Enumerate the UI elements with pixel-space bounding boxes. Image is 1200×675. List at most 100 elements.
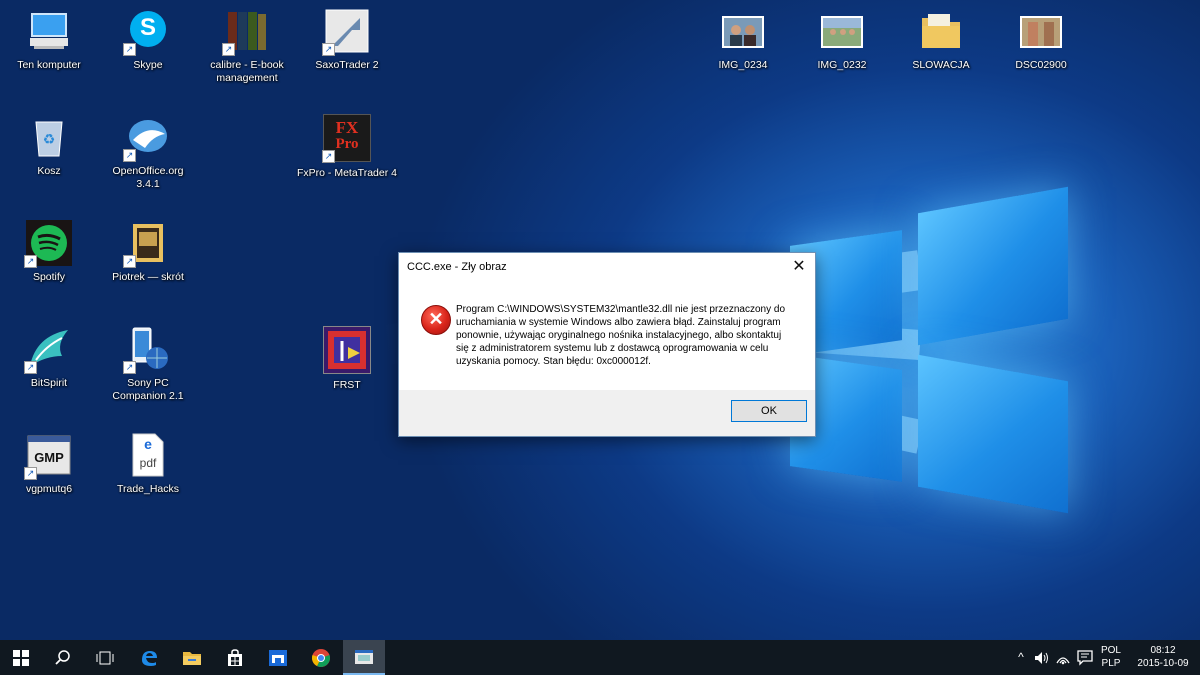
- desktop-icon-calibre[interactable]: ↗ calibre - E-book management: [202, 8, 292, 85]
- desktop-icon-label: DSC02900: [1015, 59, 1067, 71]
- shortcut-arrow-icon: ↗: [322, 150, 335, 163]
- shortcut-arrow-icon: ↗: [123, 361, 136, 374]
- desktop-icon-img-0232[interactable]: IMG_0232: [797, 8, 887, 72]
- shortcut-arrow-icon: ↗: [24, 361, 37, 374]
- language-code: POL: [1100, 645, 1121, 656]
- photo-icon: [1018, 8, 1064, 54]
- desktop-icon-label: Piotrek — skrót: [112, 271, 184, 283]
- desktop-icon-img-0234[interactable]: IMG_0234: [698, 8, 788, 72]
- search-button[interactable]: [42, 640, 84, 675]
- error-dialog: CCC.exe - Zły obraz ✕ ✕ Program C:\WINDO…: [398, 252, 816, 437]
- dialog-window-icon: [355, 649, 373, 664]
- desktop-icon-label: Skype: [133, 59, 163, 71]
- taskbar-store[interactable]: [214, 640, 256, 675]
- shortcut-arrow-icon: ↗: [24, 255, 37, 268]
- network-icon[interactable]: [1055, 651, 1071, 665]
- taskbar-file-explorer[interactable]: [171, 640, 213, 675]
- store-icon: [228, 648, 242, 666]
- desktop-icon-piotrek[interactable]: ↗ Piotrek — skrót: [103, 220, 193, 284]
- sony-pc-companion-icon: ↗: [123, 326, 171, 374]
- desktop-icon-ten-komputer[interactable]: Ten komputer: [4, 8, 94, 72]
- notification-icon[interactable]: [1077, 650, 1093, 666]
- desktop-icon-sony-pc-companion[interactable]: ↗ Sony PC Companion 2.1: [103, 326, 193, 403]
- calibre-icon: ↗: [222, 8, 270, 56]
- svg-text:♻: ♻: [43, 131, 56, 147]
- desktop-icon-saxotrader[interactable]: ↗ SaxoTrader 2: [302, 8, 392, 72]
- clock[interactable]: 08:12 2015-10-09: [1130, 644, 1196, 670]
- desktop-icon-label: IMG_0232: [817, 59, 867, 71]
- desktop-icon-openoffice[interactable]: ↗ OpenOffice.org 3.4.1: [103, 114, 193, 191]
- dialog-message: Program C:\WINDOWS\SYSTEM32\mantle32.dll…: [456, 304, 786, 367]
- desktop-icon-label: FxPro - MetaTrader 4: [297, 167, 397, 179]
- shortcut-arrow-icon: ↗: [123, 255, 136, 268]
- openoffice-icon: ↗: [123, 114, 171, 162]
- language-indicator[interactable]: POL PLP: [1097, 644, 1125, 670]
- shortcut-arrow-icon: ↗: [222, 43, 235, 56]
- search-icon: [55, 649, 70, 665]
- taskbar-chrome[interactable]: [300, 640, 342, 675]
- desktop-icon-label: Ten komputer: [17, 59, 81, 71]
- folder-shortcut-icon: ↗: [123, 220, 171, 268]
- fxpro-text-top: FX: [335, 118, 359, 137]
- skype-icon: S ↗: [123, 8, 171, 56]
- bitspirit-icon: ↗: [24, 326, 72, 374]
- tray-chevron[interactable]: ^: [1014, 651, 1028, 664]
- desktop-icon-label: calibre - E-book management: [210, 59, 284, 84]
- file-explorer-icon: [183, 651, 201, 665]
- frst-icon: [323, 326, 371, 374]
- folder-icon: [918, 8, 964, 54]
- dialog-title: CCC.exe - Zły obraz: [407, 261, 507, 273]
- pdf-e-letter: e: [144, 436, 152, 452]
- edge-icon: [142, 650, 157, 666]
- taskbar-app-blue[interactable]: [257, 640, 299, 675]
- taskbar-ccc-active[interactable]: [343, 640, 385, 675]
- desktop-icon-label: BitSpirit: [30, 377, 68, 389]
- windows-start-icon: [13, 649, 29, 666]
- desktop-icon-frst[interactable]: FRST: [302, 326, 392, 392]
- desktop-icon-trade-hacks[interactable]: e pdf Trade_Hacks: [103, 432, 193, 496]
- desktop: Ten komputer S ↗ Skype ↗ calibre - E-boo…: [0, 0, 1200, 640]
- desktop-icon-fxpro[interactable]: FX Pro ↗ FxPro - MetaTrader 4: [297, 114, 397, 180]
- close-icon[interactable]: ✕: [783, 253, 815, 281]
- desktop-icon-vgpmutq6[interactable]: GMP ↗ vgpmutq6: [4, 432, 94, 496]
- clock-time: 08:12: [1150, 645, 1176, 656]
- chrome-icon: [312, 648, 330, 667]
- task-view-button[interactable]: [84, 640, 126, 675]
- error-icon: ✕: [421, 305, 451, 335]
- desktop-icon-bitspirit[interactable]: ↗ BitSpirit: [4, 326, 94, 390]
- desktop-icon-slowacja[interactable]: SLOWACJA: [896, 8, 986, 72]
- volume-icon[interactable]: [1034, 651, 1050, 665]
- wallpaper-logo-pane: [918, 186, 1068, 346]
- taskbar: ^ POL PLP 08:12 2015-10-09: [0, 640, 1200, 675]
- desktop-icon-kosz[interactable]: ♻ Kosz: [4, 114, 94, 178]
- start-button[interactable]: [0, 640, 42, 675]
- desktop-icon-label: Trade_Hacks: [116, 483, 180, 495]
- shortcut-arrow-icon: ↗: [123, 149, 136, 162]
- shortcut-arrow-icon: ↗: [322, 43, 335, 56]
- photo-icon: [819, 8, 865, 54]
- fxpro-icon: FX Pro ↗: [322, 114, 371, 163]
- computer-icon: [26, 8, 72, 54]
- desktop-icon-dsc02900[interactable]: DSC02900: [996, 8, 1086, 72]
- app-window-icon: [269, 649, 287, 666]
- desktop-icon-label: vgpmutq6: [25, 483, 73, 495]
- desktop-icon-label: Spotify: [32, 271, 66, 283]
- desktop-icon-label: SaxoTrader 2: [315, 59, 379, 71]
- shortcut-arrow-icon: ↗: [123, 43, 136, 56]
- desktop-icon-label: IMG_0234: [718, 59, 768, 71]
- pdf-file-icon: e pdf: [125, 432, 171, 478]
- desktop-icon-spotify[interactable]: ↗ Spotify: [4, 220, 94, 284]
- clock-date: 2015-10-09: [1137, 658, 1189, 669]
- keyboard-layout: PLP: [1101, 658, 1121, 669]
- taskbar-edge[interactable]: [128, 640, 170, 675]
- desktop-icon-label: OpenOffice.org 3.4.1: [112, 165, 184, 190]
- recycle-bin-icon: ♻: [26, 114, 72, 160]
- vgpmutq6-icon: GMP ↗: [24, 432, 72, 480]
- desktop-icon-label: Sony PC Companion 2.1: [112, 377, 184, 402]
- ok-button[interactable]: OK: [731, 400, 807, 422]
- task-view-icon: [96, 651, 114, 664]
- dialog-footer: OK: [399, 390, 815, 436]
- vgpmutq6-text: GMP: [34, 450, 64, 465]
- desktop-icon-skype[interactable]: S ↗ Skype: [103, 8, 193, 72]
- desktop-icon-label: Kosz: [37, 165, 61, 177]
